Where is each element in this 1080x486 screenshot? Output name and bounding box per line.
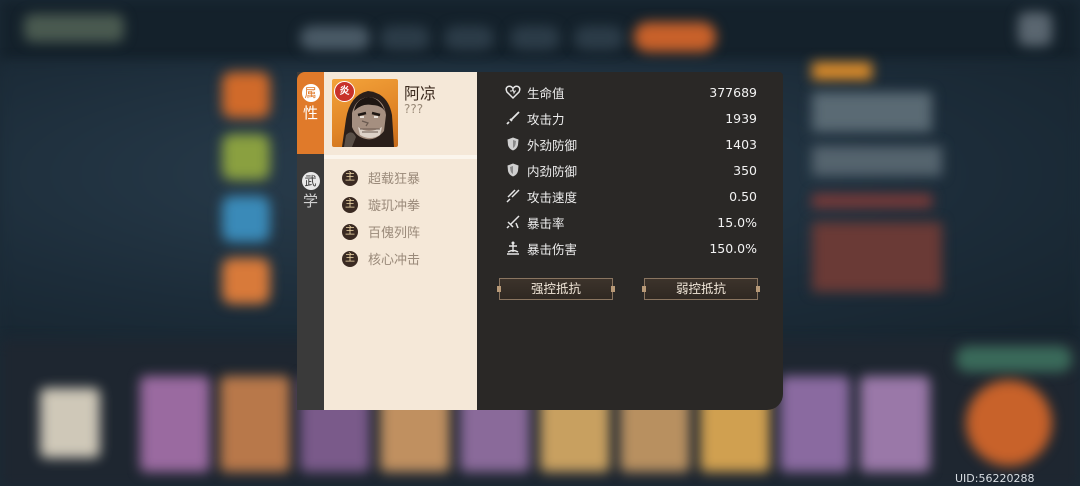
skill-main-icon: 主 (342, 223, 358, 240)
tab-attributes-glyph-bottom: 性 (302, 104, 318, 122)
skill-item[interactable]: 主 璇玑冲拳 (342, 191, 420, 218)
text-blurred (812, 194, 932, 208)
strong-control-resist-button[interactable]: 强控抵抗 (497, 278, 615, 300)
hero-blurred (222, 72, 270, 118)
text-blurred (812, 62, 872, 80)
speed-icon (505, 188, 521, 204)
stat-value: 377689 (709, 84, 757, 100)
hero-portrait: 炎 (332, 79, 398, 147)
hero-profile-panel: 炎 阿凉 ??? 主 超载狂暴 主 璇玑冲拳 主 百傀列阵 主 核心冲击 (324, 72, 477, 410)
side-tab-bar: 属 性 武 学 (297, 72, 324, 410)
skill-list: 主 超载狂暴 主 璇玑冲拳 主 百傀列阵 主 核心冲击 (342, 164, 420, 272)
avatar-blurred (40, 388, 100, 458)
stat-label: 攻击力 (527, 111, 565, 127)
tab-blurred (444, 26, 494, 50)
tab-martial-arts-glyph-top: 武 (301, 172, 320, 190)
skill-item[interactable]: 主 超载狂暴 (342, 164, 420, 191)
stat-label: 攻击速度 (527, 189, 578, 205)
hero-blurred (222, 196, 270, 242)
tab-attributes-glyph-top: 属 (301, 84, 320, 102)
stat-row-outer-defense: 外劲防御 1403 (505, 133, 757, 155)
stat-value: 1403 (725, 136, 757, 152)
action-button-blurred (966, 380, 1052, 466)
stat-row-crit-damage: 暴击伤害 150.0% (505, 237, 757, 259)
sword-icon (505, 110, 521, 126)
stat-label: 外劲防御 (527, 137, 578, 153)
card-blurred (140, 376, 210, 472)
skill-label: 超载狂暴 (368, 172, 421, 187)
stat-value: 15.0% (717, 214, 757, 230)
stat-value: 1939 (725, 110, 757, 126)
shield-icon (505, 162, 521, 178)
tab-blurred (300, 26, 370, 50)
element-fire-badge: 炎 (334, 81, 355, 102)
skill-label: 核心冲击 (368, 253, 421, 268)
skill-main-icon: 主 (342, 196, 358, 213)
hero-info-modal: 属 性 武 学 炎 阿凉 ??? 主 超载狂暴 主 璇玑冲拳 主 百傀列阵 主 … (297, 72, 783, 410)
hero-blurred (222, 258, 270, 304)
tab-blurred-highlight (634, 22, 716, 52)
card-blurred (220, 376, 290, 472)
crit-icon (505, 214, 521, 230)
stat-row-attack-speed: 攻击速度 0.50 (505, 185, 757, 207)
skill-label: 璇玑冲拳 (368, 199, 421, 214)
hero-blurred (222, 134, 270, 180)
stat-label: 暴击伤害 (527, 241, 578, 257)
stat-label: 暴击率 (527, 215, 565, 231)
tab-martial-arts-glyph-bottom: 学 (302, 192, 318, 210)
skill-label: 百傀列阵 (368, 226, 421, 241)
stat-label: 生命值 (527, 85, 565, 101)
settings-icon-blurred (1018, 12, 1052, 46)
text-blurred (812, 146, 942, 176)
stat-row-attack: 攻击力 1939 (505, 107, 757, 129)
text-blurred (812, 222, 942, 292)
uid-label: UID:56220288 (955, 472, 1035, 485)
button-blurred (956, 346, 1072, 372)
hero-name: 阿凉 (404, 84, 437, 103)
logo-blurred (24, 14, 124, 42)
stat-value: 0.50 (729, 188, 757, 204)
tab-blurred (574, 26, 624, 50)
hero-title: ??? (404, 102, 424, 116)
panel-divider (324, 155, 477, 159)
skill-item[interactable]: 主 百傀列阵 (342, 218, 420, 245)
stat-value: 150.0% (709, 240, 757, 256)
weak-control-resist-button[interactable]: 弱控抵抗 (642, 278, 760, 300)
text-blurred (812, 92, 932, 132)
crit-damage-icon (505, 240, 521, 256)
tab-blurred (380, 26, 430, 50)
tab-martial-arts[interactable]: 武 学 (297, 172, 324, 232)
stat-value: 350 (733, 162, 757, 178)
tab-blurred (510, 26, 560, 50)
skill-main-icon: 主 (342, 250, 358, 267)
stat-row-crit-rate: 暴击率 15.0% (505, 211, 757, 233)
skill-item[interactable]: 主 核心冲击 (342, 245, 420, 272)
card-blurred (860, 376, 930, 472)
card-blurred (780, 376, 850, 472)
stats-panel: 生命值 377689 攻击力 1939 外劲防御 1403 内劲防御 350 攻… (477, 72, 783, 410)
stat-row-hp: 生命值 377689 (505, 81, 757, 103)
heart-icon (505, 84, 521, 100)
skill-main-icon: 主 (342, 169, 358, 186)
stat-row-inner-defense: 内劲防御 350 (505, 159, 757, 181)
stat-label: 内劲防御 (527, 163, 578, 179)
shield-icon (505, 136, 521, 152)
tab-attributes[interactable]: 属 性 (297, 72, 324, 154)
